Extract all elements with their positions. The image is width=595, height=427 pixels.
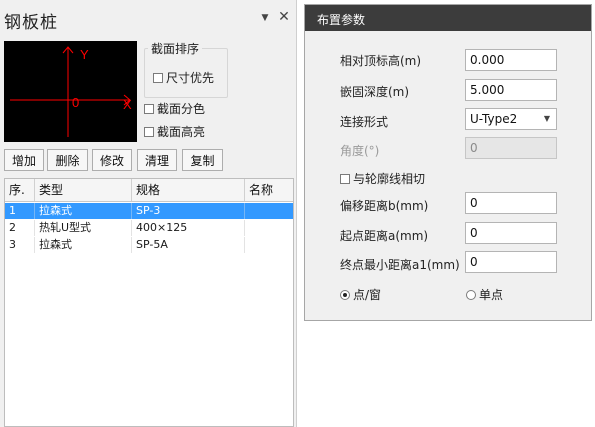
cell-no: 1 xyxy=(5,203,35,219)
end-min-distance-label: 终点最小距离a1(mm) xyxy=(340,258,460,272)
delete-button[interactable]: 删除 xyxy=(47,149,88,171)
connection-type-value: U-Type2 xyxy=(470,112,518,126)
modify-button[interactable]: 修改 xyxy=(92,149,132,171)
top-elevation-label: 相对顶标高(m) xyxy=(340,54,422,68)
single-point-radio[interactable]: 单点 xyxy=(466,286,503,303)
cell-no: 3 xyxy=(5,237,35,253)
checkbox-box[interactable] xyxy=(340,173,350,184)
pin-dropdown-icon[interactable]: ▼ xyxy=(259,12,271,24)
x-axis-label: X xyxy=(123,97,132,112)
radio-dot[interactable] xyxy=(466,289,476,300)
top-elevation-input[interactable]: 0.000 xyxy=(465,49,557,71)
offset-distance-label: 偏移距离b(mm) xyxy=(340,199,429,213)
cell-type: 拉森式 xyxy=(35,237,132,253)
section-highlight-checkbox[interactable]: 截面高亮 xyxy=(144,123,205,140)
cell-spec: SP-5A xyxy=(132,237,245,253)
layout-parameters-panel: 布置参数 相对顶标高(m) 0.000 嵌固深度(m) 5.000 连接形式 U… xyxy=(304,4,592,321)
size-priority-checkbox[interactable]: 尺寸优先 xyxy=(153,69,214,86)
chevron-down-icon[interactable]: ▼ xyxy=(544,109,550,129)
steel-sheet-pile-panel: 钢板桩 ▼ ✕ Y X 0 截面排序 尺寸优先 截面分色 截面高亮 增加 删除 … xyxy=(0,0,297,427)
point-window-radio[interactable]: 点/窗 xyxy=(340,286,381,303)
close-icon[interactable]: ✕ xyxy=(277,10,291,24)
copy-button[interactable]: 复制 xyxy=(182,149,223,171)
connection-type-label: 连接形式 xyxy=(340,115,389,129)
size-priority-label: 尺寸优先 xyxy=(166,71,215,85)
table-header: 序. 类型 规格 名称 xyxy=(5,179,293,202)
cell-spec: SP-3 xyxy=(132,203,245,219)
parameters-header: 布置参数 xyxy=(305,5,591,31)
checkbox-box[interactable] xyxy=(153,72,163,83)
cell-no: 2 xyxy=(5,220,35,236)
start-distance-input[interactable]: 0 xyxy=(465,222,557,244)
column-header-type[interactable]: 类型 xyxy=(35,179,132,201)
end-min-distance-input[interactable]: 0 xyxy=(465,251,557,273)
panel-header: 钢板桩 ▼ ✕ xyxy=(0,0,297,36)
cell-name xyxy=(245,237,293,253)
checkbox-box[interactable] xyxy=(144,103,154,114)
tangent-label: 与轮廓线相切 xyxy=(353,172,426,186)
y-axis-label: Y xyxy=(80,47,89,62)
table-row[interactable]: 3 拉森式 SP-5A xyxy=(5,237,293,253)
table-row[interactable]: 1 拉森式 SP-3 xyxy=(5,203,293,219)
section-color-label: 截面分色 xyxy=(157,102,206,116)
checkbox-box[interactable] xyxy=(144,126,154,137)
pile-list-table: 序. 类型 规格 名称 1 拉森式 SP-3 2 热轧U型式 400×125 3… xyxy=(4,178,294,427)
section-highlight-label: 截面高亮 xyxy=(157,125,206,139)
cell-type: 拉森式 xyxy=(35,203,132,219)
single-point-label: 单点 xyxy=(479,288,504,302)
section-order-legend: 截面排序 xyxy=(148,40,203,57)
column-header-spec[interactable]: 规格 xyxy=(132,179,245,201)
panel-title: 钢板桩 xyxy=(4,13,58,33)
origin-label: 0 xyxy=(72,95,79,110)
clear-button[interactable]: 清理 xyxy=(137,149,177,171)
parameters-title: 布置参数 xyxy=(317,13,366,27)
add-button[interactable]: 增加 xyxy=(4,149,44,171)
angle-input: 0 xyxy=(465,137,557,159)
angle-label: 角度(°) xyxy=(340,144,380,158)
cell-spec: 400×125 xyxy=(132,220,245,236)
column-header-no[interactable]: 序. xyxy=(5,179,35,201)
section-color-checkbox[interactable]: 截面分色 xyxy=(144,100,205,117)
axis-preview-svg: Y X 0 xyxy=(10,46,132,137)
connection-type-select[interactable]: U-Type2 ▼ xyxy=(465,108,557,130)
cell-type: 热轧U型式 xyxy=(35,220,132,236)
start-distance-label: 起点距离a(mm) xyxy=(340,229,429,243)
tangent-checkbox[interactable]: 与轮廓线相切 xyxy=(340,170,425,187)
embed-depth-input[interactable]: 5.000 xyxy=(465,79,557,101)
table-row[interactable]: 2 热轧U型式 400×125 xyxy=(5,220,293,236)
embed-depth-label: 嵌固深度(m) xyxy=(340,85,410,99)
offset-distance-input[interactable]: 0 xyxy=(465,192,557,214)
point-window-label: 点/窗 xyxy=(353,288,382,302)
column-header-name[interactable]: 名称 xyxy=(245,179,293,201)
cell-name xyxy=(245,220,293,236)
cell-name xyxy=(245,203,293,219)
radio-dot-selected[interactable] xyxy=(340,289,350,300)
section-preview: Y X 0 xyxy=(4,41,137,142)
